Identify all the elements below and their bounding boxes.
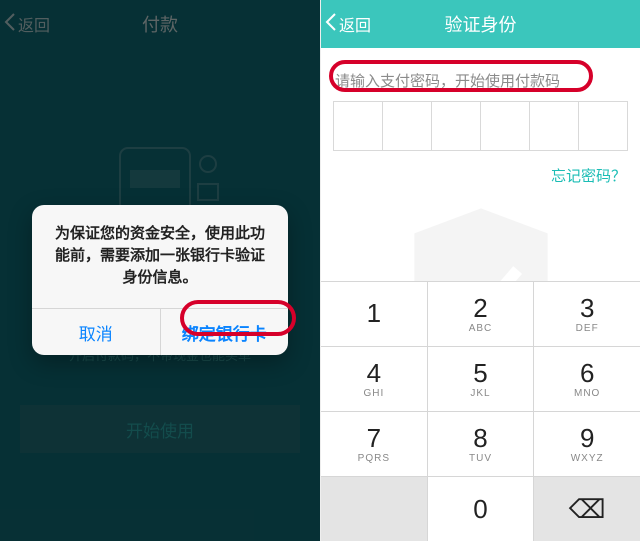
left-screen-payment: 返回 付款 开启付款码，不带现金也能买单 开始使用 为保证您的资金安全，使用此功…	[0, 0, 320, 541]
key-0[interactable]: 0	[428, 476, 535, 541]
pin-digit-6[interactable]	[579, 101, 628, 151]
forgot-label: 忘记密码？	[551, 168, 626, 185]
cancel-button[interactable]: 取消	[32, 309, 160, 355]
annotation-circle-prompt	[329, 60, 593, 92]
two-phone-screenshot: 返回 付款 开启付款码，不带现金也能买单 开始使用 为保证您的资金安全，使用此功…	[0, 0, 640, 541]
dialog-message: 为保证您的资金安全，使用此功能前，需要添加一张银行卡验证身份信息。	[32, 205, 288, 308]
pin-digit-3[interactable]	[432, 101, 481, 151]
key-9[interactable]: 9WXYZ	[534, 411, 640, 476]
right-screen-verify: 返回 验证身份 请输入支付密码，开始使用付款码 忘记密码？ 1 2ABC 3DE…	[320, 0, 640, 541]
backspace-icon: ⌫	[569, 496, 606, 522]
numeric-keypad: 1 2ABC 3DEF 4GHI 5JKL 6MNO 7PQRS 8TUV 9W…	[321, 281, 640, 541]
key-3[interactable]: 3DEF	[534, 281, 640, 346]
key-8[interactable]: 8TUV	[428, 411, 535, 476]
pin-digit-4[interactable]	[481, 101, 530, 151]
key-4[interactable]: 4GHI	[321, 346, 428, 411]
key-7[interactable]: 7PQRS	[321, 411, 428, 476]
key-5[interactable]: 5JKL	[428, 346, 535, 411]
key-2[interactable]: 2ABC	[428, 281, 535, 346]
right-title: 验证身份	[321, 11, 640, 37]
key-6[interactable]: 6MNO	[534, 346, 640, 411]
annotation-circle-bind-card	[180, 300, 296, 336]
pin-digit-1[interactable]	[333, 101, 383, 151]
key-1[interactable]: 1	[321, 281, 428, 346]
pin-digit-2[interactable]	[383, 101, 432, 151]
cancel-label: 取消	[79, 320, 113, 345]
key-blank	[321, 476, 428, 541]
pin-digit-5[interactable]	[530, 101, 579, 151]
forgot-password-link[interactable]: 忘记密码？	[321, 151, 640, 186]
key-backspace[interactable]: ⌫	[534, 476, 640, 541]
right-header: 返回 验证身份	[321, 0, 640, 48]
pin-input-row[interactable]	[321, 101, 640, 151]
